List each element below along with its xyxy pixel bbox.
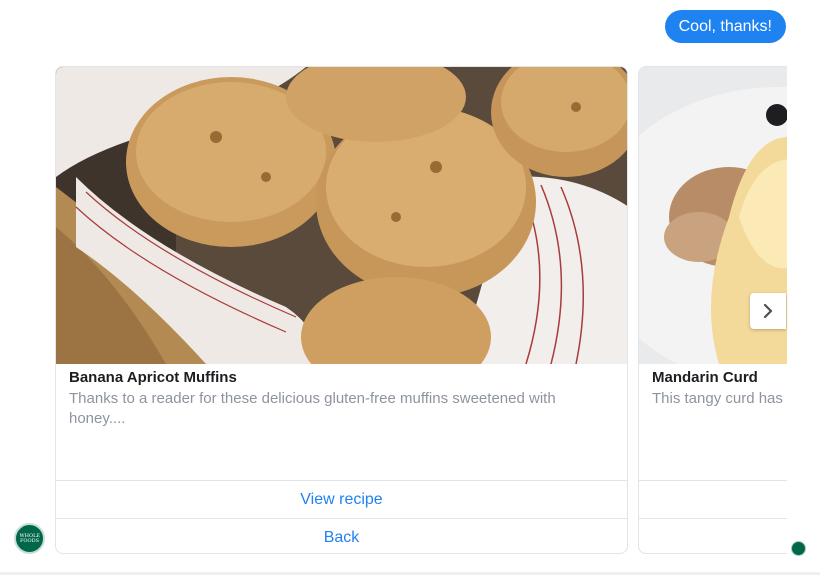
card-title: Banana Apricot Muffins — [69, 369, 237, 386]
card-subtitle: This tangy curd has mandari... — [652, 390, 787, 407]
view-recipe-button[interactable]: View recipe — [56, 480, 627, 518]
card-button[interactable] — [639, 480, 787, 518]
card-button[interactable] — [639, 518, 787, 553]
muffins-image[interactable] — [56, 67, 627, 364]
recipe-carousel: Banana Apricot Muffins Thanks to a reade… — [0, 66, 787, 556]
read-receipt-avatar — [791, 541, 806, 556]
card-title: Mandarin Curd — [652, 369, 758, 386]
chevron-right-icon — [763, 304, 773, 318]
carousel-next-button[interactable] — [750, 293, 786, 329]
avatar-logo-text: WHOLE FOODS — [19, 532, 41, 544]
reply-bubble: Cool, thanks! — [664, 10, 786, 43]
reply-text: Cool, thanks! — [678, 17, 772, 35]
recipe-card: Banana Apricot Muffins Thanks to a reade… — [55, 66, 628, 554]
card-subtitle: Thanks to a reader for these delicious g… — [69, 390, 556, 427]
sender-avatar: WHOLE FOODS — [14, 523, 45, 554]
back-button[interactable]: Back — [56, 518, 627, 553]
